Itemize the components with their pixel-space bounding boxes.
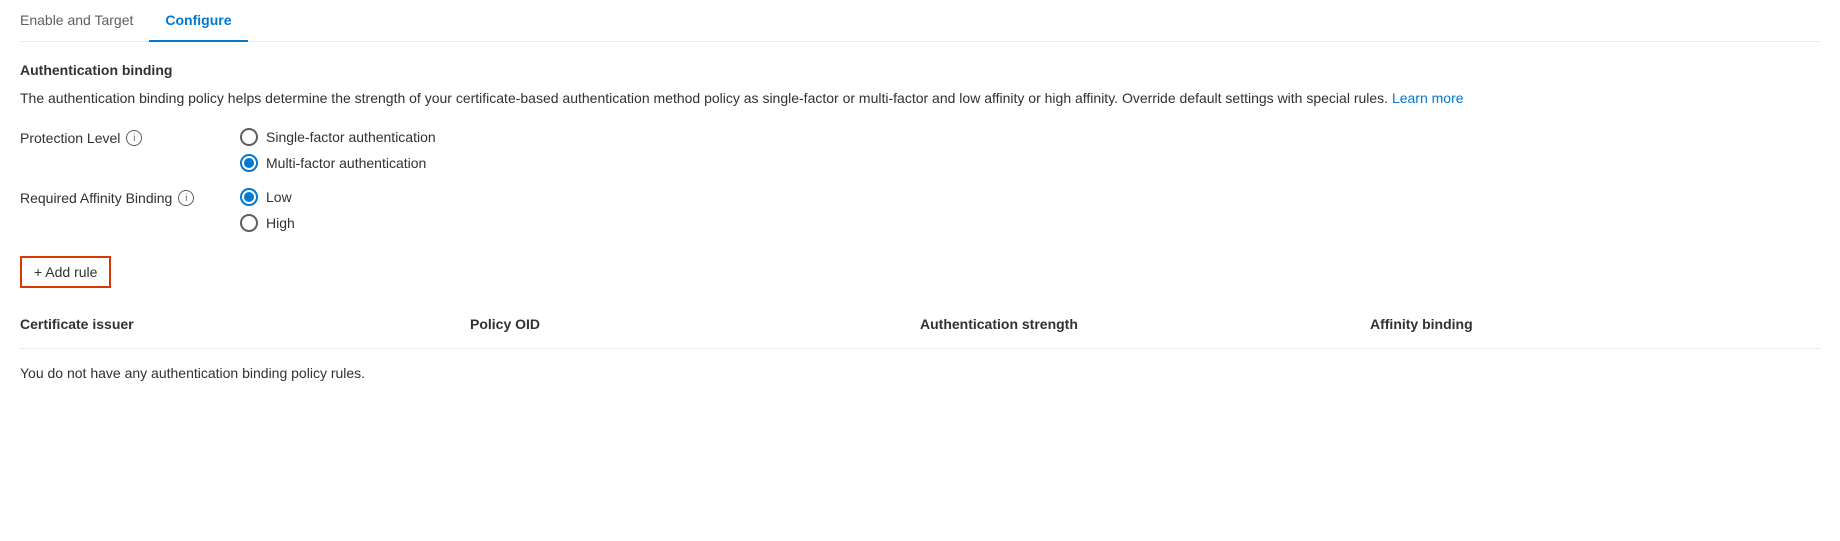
affinity-high-label: High bbox=[266, 215, 295, 231]
col-header-certificate-issuer: Certificate issuer bbox=[20, 308, 470, 340]
affinity-low-option[interactable]: Low bbox=[240, 188, 295, 206]
protection-level-multi-factor-option[interactable]: Multi-factor authentication bbox=[240, 154, 436, 172]
protection-level-row: Protection Level i Single-factor authent… bbox=[20, 128, 1820, 172]
page-container: Enable and Target Configure Authenticati… bbox=[0, 0, 1840, 393]
protection-level-single-factor-option[interactable]: Single-factor authentication bbox=[240, 128, 436, 146]
affinity-binding-radio-group: Low High bbox=[240, 188, 295, 232]
protection-level-radio-group: Single-factor authentication Multi-facto… bbox=[240, 128, 436, 172]
col-header-authentication-strength: Authentication strength bbox=[920, 308, 1370, 340]
affinity-low-radio[interactable] bbox=[240, 188, 258, 206]
affinity-binding-row: Required Affinity Binding i Low High bbox=[20, 188, 1820, 232]
add-rule-button[interactable]: + Add rule bbox=[20, 256, 111, 288]
single-factor-label: Single-factor authentication bbox=[266, 129, 436, 145]
tab-enable-target[interactable]: Enable and Target bbox=[20, 0, 149, 42]
affinity-low-label: Low bbox=[266, 189, 292, 205]
affinity-binding-label: Required Affinity Binding i bbox=[20, 188, 240, 206]
table-empty-message: You do not have any authentication bindi… bbox=[20, 353, 1820, 393]
rules-table: Certificate issuer Policy OID Authentica… bbox=[20, 308, 1820, 393]
col-header-affinity-binding: Affinity binding bbox=[1370, 308, 1820, 340]
affinity-binding-info-icon[interactable]: i bbox=[178, 190, 194, 206]
section-description: The authentication binding policy helps … bbox=[20, 88, 1720, 108]
section-title: Authentication binding bbox=[20, 62, 1820, 78]
tab-configure[interactable]: Configure bbox=[149, 0, 247, 42]
protection-level-info-icon[interactable]: i bbox=[126, 130, 142, 146]
col-header-policy-oid: Policy OID bbox=[470, 308, 920, 340]
protection-level-label: Protection Level i bbox=[20, 128, 240, 146]
multi-factor-radio[interactable] bbox=[240, 154, 258, 172]
affinity-high-option[interactable]: High bbox=[240, 214, 295, 232]
tabs-bar: Enable and Target Configure bbox=[20, 0, 1820, 42]
table-header: Certificate issuer Policy OID Authentica… bbox=[20, 308, 1820, 349]
multi-factor-label: Multi-factor authentication bbox=[266, 155, 426, 171]
learn-more-link[interactable]: Learn more bbox=[1392, 90, 1464, 106]
single-factor-radio[interactable] bbox=[240, 128, 258, 146]
affinity-high-radio[interactable] bbox=[240, 214, 258, 232]
